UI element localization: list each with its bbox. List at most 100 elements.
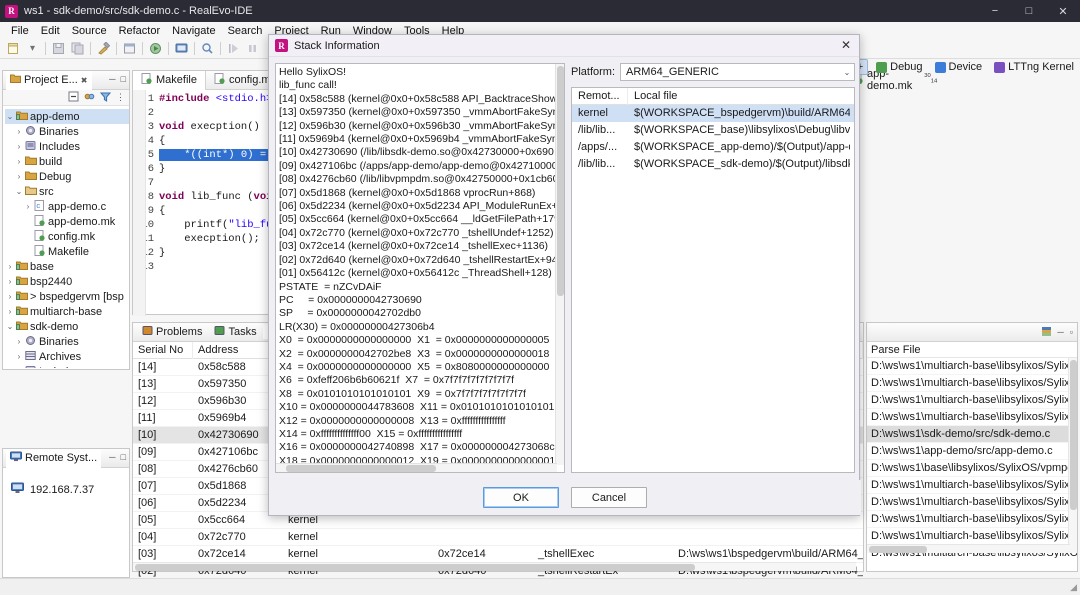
filter-icon[interactable] — [99, 91, 112, 105]
resize-grip-icon[interactable]: ◢ — [1070, 582, 1077, 593]
parse-file-rows[interactable]: D:\ws\ws1\multiarch-base\libsylixos/Syli… — [867, 358, 1077, 558]
local-file-table[interactable]: Remot... Local file kernel $(WORKSPACE_bs… — [571, 87, 855, 473]
minimize-icon[interactable]: ─ — [109, 74, 115, 84]
maximize-icon[interactable]: ▫ — [1070, 327, 1073, 338]
minimize-icon[interactable]: ─ — [109, 452, 115, 462]
console-icon[interactable] — [174, 41, 189, 56]
tree-item-archives[interactable]: › Archives — [5, 349, 129, 364]
parse-file-hscrollbar[interactable] — [867, 544, 1070, 553]
menu-source[interactable]: Source — [66, 24, 113, 38]
build-config-icon[interactable] — [122, 41, 137, 56]
stack-hscrollbar[interactable] — [276, 463, 557, 472]
chevron-right-icon[interactable]: › — [5, 262, 15, 271]
chevron-right-icon[interactable]: › — [14, 142, 24, 151]
menu-refactor[interactable]: Refactor — [113, 24, 167, 38]
table-row[interactable]: [04] 0x72c770 kernel — [133, 529, 863, 546]
close-button[interactable]: ✕ — [1046, 0, 1080, 22]
stack-trace-textarea[interactable]: Hello SylixOS! lib_func call! [14] 0x58c58… — [275, 63, 565, 473]
console-hscrollbar[interactable] — [133, 562, 856, 571]
project-tree[interactable]: ⌄ app-demo › Binaries › Includes › build › Debug ⌄… — [3, 106, 129, 368]
tree-item-build[interactable]: › build — [5, 154, 129, 169]
chevron-down-icon[interactable]: ⌄ — [14, 187, 24, 196]
chevron-right-icon[interactable]: › — [23, 202, 33, 211]
tree-item-multiarch-base[interactable]: › multiarch-base — [5, 304, 129, 319]
maximize-icon[interactable]: □ — [121, 452, 126, 462]
menu-search[interactable]: Search — [222, 24, 269, 38]
minimize-button[interactable]: − — [978, 0, 1012, 22]
parse-file-row[interactable]: D:\ws\ws1\multiarch-base\libsylixos/Syli… — [867, 409, 1077, 426]
tab-project-explorer[interactable]: Project E... ✖ — [6, 70, 92, 90]
chevron-down-icon[interactable]: ⌄ — [5, 112, 15, 121]
parse-file-row[interactable]: D:\ws\ws1\multiarch-base\libsylixos/Syli… — [867, 494, 1077, 511]
chevron-right-icon[interactable]: › — [5, 307, 15, 316]
parse-file-row[interactable]: D:\ws\ws1\base\libsylixos/SylixOS/vpmpdm… — [867, 460, 1077, 477]
tree-item--bspedgervm-bsp[interactable]: › > bspedgervm [bsp — [5, 289, 129, 304]
local-file-row[interactable]: /apps/... $(WORKSPACE_app-demo)/$(Output)… — [572, 139, 854, 156]
dropdown-arrow-icon[interactable]: ▾ — [25, 41, 40, 56]
perspective-lttng-kernel[interactable]: LTTng Kernel — [990, 60, 1078, 74]
menu-file[interactable]: File — [5, 24, 35, 38]
menu-edit[interactable]: Edit — [35, 24, 66, 38]
chevron-right-icon[interactable]: › — [14, 367, 24, 368]
tree-item-sdk-demo[interactable]: ⌄ sdk-demo — [5, 319, 129, 334]
perspective-debug[interactable]: Debug — [872, 60, 926, 74]
chevron-right-icon[interactable]: › — [14, 157, 24, 166]
view-toggle-icon[interactable] — [1042, 327, 1052, 338]
collapse-all-icon[interactable] — [68, 91, 79, 105]
parse-file-row[interactable]: D:\ws\ws1\app-demo/src/app-demo.c — [867, 443, 1077, 460]
tree-item-debug[interactable]: › Debug — [5, 169, 129, 184]
parse-file-row[interactable]: D:\ws\ws1\multiarch-base\libsylixos/Syli… — [867, 392, 1077, 409]
run-external-icon[interactable] — [148, 41, 163, 56]
cancel-button[interactable]: Cancel — [571, 487, 647, 508]
build-hammer-icon[interactable] — [96, 41, 111, 56]
remote-host-item[interactable]: 192.168.7.37 — [11, 482, 129, 497]
close-icon[interactable]: ✖ — [81, 76, 88, 85]
maximize-button[interactable]: □ — [1012, 0, 1046, 22]
tree-item-config-mk[interactable]: config.mk — [5, 229, 129, 244]
dialog-close-icon[interactable]: ✕ — [841, 38, 851, 52]
ok-button[interactable]: OK — [483, 487, 559, 508]
local-file-rows[interactable]: kernel $(WORKSPACE_bspedgervm)\build/ARM6… — [572, 105, 854, 173]
tree-item-includes[interactable]: › Includes — [5, 364, 129, 368]
parse-file-row[interactable]: D:\ws\ws1\multiarch-base\libsylixos/Syli… — [867, 375, 1077, 392]
parse-file-row[interactable]: D:\ws\ws1\multiarch-base\libsylixos/Syli… — [867, 528, 1077, 545]
chevron-right-icon[interactable]: › — [5, 277, 15, 286]
tree-item-src[interactable]: ⌄ src — [5, 184, 129, 199]
parse-file-row[interactable]: D:\ws\ws1\multiarch-base\libsylixos/Syli… — [867, 511, 1077, 528]
search-icon[interactable] — [200, 41, 215, 56]
console-tab-problems[interactable]: Problems — [136, 325, 208, 339]
table-row[interactable]: [03] 0x72ce14 kernel 0x72ce14 _tshellExec D:\… — [133, 546, 863, 563]
tree-item-makefile[interactable]: Makefile — [5, 244, 129, 259]
view-menu-icon[interactable]: ⋮ — [116, 92, 125, 103]
tree-item-app-demo-c[interactable]: › c app-demo.c — [5, 199, 129, 214]
chevron-right-icon[interactable]: › — [14, 172, 24, 181]
chevron-down-icon[interactable]: ⌄ — [840, 68, 854, 77]
parse-file-vscrollbar[interactable] — [1068, 358, 1077, 553]
minimize-icon[interactable]: ─ — [1057, 327, 1063, 338]
tree-item-binaries[interactable]: › Binaries — [5, 124, 129, 139]
chevron-down-icon[interactable]: ⌄ — [5, 322, 15, 331]
tree-item-app-demo[interactable]: ⌄ app-demo — [5, 109, 129, 124]
parse-file-column-header[interactable]: Parse File — [867, 342, 1077, 358]
tree-item-bsp2440[interactable]: › bsp2440 — [5, 274, 129, 289]
link-editor-icon[interactable] — [84, 91, 95, 105]
chevron-right-icon[interactable]: › — [14, 337, 24, 346]
menu-navigate[interactable]: Navigate — [166, 24, 221, 38]
new-file-icon[interactable] — [6, 41, 21, 56]
parse-file-row[interactable]: D:\ws\ws1\sdk-demo/src/sdk-demo.c — [867, 426, 1077, 443]
chevron-right-icon[interactable]: › — [14, 352, 24, 361]
step-into-icon[interactable] — [226, 41, 241, 56]
column-local-file[interactable]: Local file — [628, 88, 846, 105]
local-file-row[interactable]: /lib/lib... $(WORKSPACE_base)\libsylixos\… — [572, 122, 854, 139]
tree-item-app-demo-mk[interactable]: app-demo.mk — [5, 214, 129, 229]
tab-remote-systems[interactable]: Remote Syst... — [6, 448, 102, 468]
save-all-icon[interactable] — [70, 41, 85, 56]
platform-combobox[interactable]: ARM64_GENERIC ⌄ — [620, 63, 855, 81]
local-file-row[interactable]: kernel $(WORKSPACE_bspedgervm)\build/ARM6… — [572, 105, 854, 122]
column-remote-file[interactable]: Remot... — [572, 88, 628, 105]
parse-file-row[interactable]: D:\ws\ws1\multiarch-base\libsylixos/Syli… — [867, 358, 1077, 375]
local-file-row[interactable]: /lib/lib... $(WORKSPACE_sdk-demo)/$(Outpu… — [572, 156, 854, 173]
column-serial-no[interactable]: Serial No — [133, 341, 193, 359]
tree-item-includes[interactable]: › Includes — [5, 139, 129, 154]
parse-file-row[interactable]: D:\ws\ws1\multiarch-base\libsylixos/Syli… — [867, 477, 1077, 494]
